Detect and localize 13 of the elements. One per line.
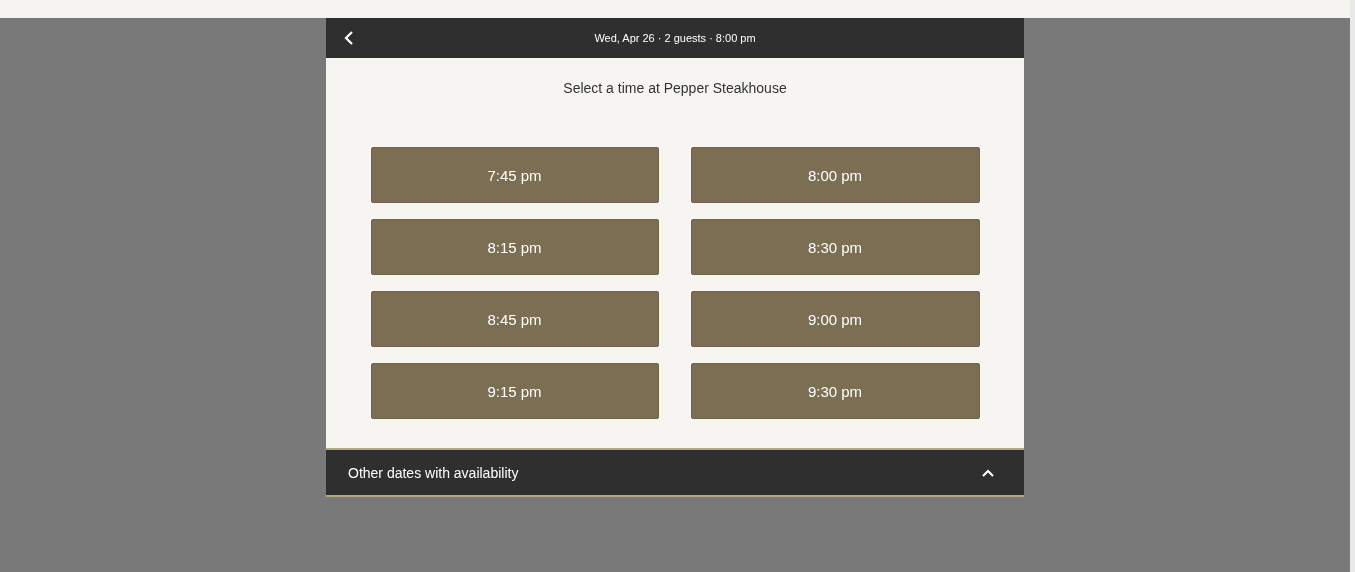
time-slot-button[interactable]: 8:00 pm — [690, 147, 980, 203]
time-slot-button[interactable]: 8:45 pm — [370, 291, 659, 347]
chevron-up-icon — [982, 468, 994, 477]
modal-title: Select a time at Pepper Steakhouse — [563, 80, 787, 96]
time-slot-button[interactable]: 9:30 pm — [690, 363, 980, 419]
time-slot-button[interactable]: 7:45 pm — [370, 147, 659, 203]
time-slot-button[interactable]: 9:00 pm — [690, 291, 980, 347]
reservation-summary: Wed, Apr 26 · 2 guests · 8:00 pm — [594, 32, 756, 44]
time-slot-button[interactable]: 9:15 pm — [370, 363, 659, 419]
chevron-left-icon — [344, 31, 354, 45]
other-dates-toggle[interactable]: Other dates with availability — [326, 450, 1024, 497]
time-slot-button[interactable]: 8:15 pm — [370, 219, 659, 275]
time-slot-button[interactable]: 8:30 pm — [690, 219, 980, 275]
